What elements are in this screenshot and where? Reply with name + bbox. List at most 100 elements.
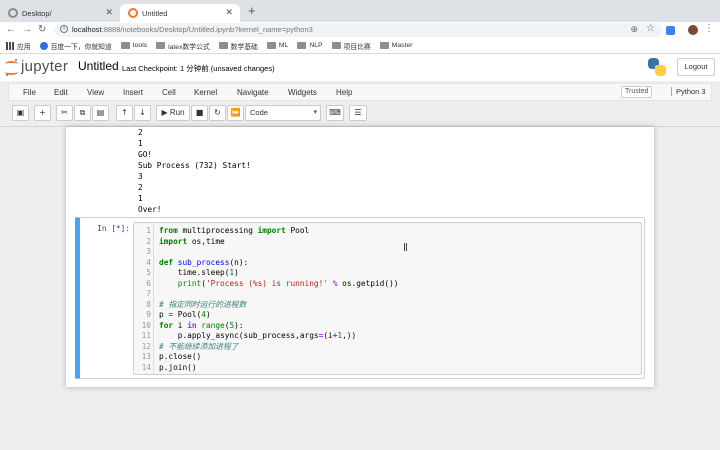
folder-icon <box>331 42 341 49</box>
profile-avatar[interactable] <box>688 25 698 35</box>
cut-button[interactable]: ✂ <box>56 105 73 121</box>
bookmark-ml[interactable]: ML <box>266 42 288 49</box>
jupyter-logo-icon[interactable] <box>5 59 18 77</box>
jupyter-wordmark[interactable]: jupyter <box>21 58 68 75</box>
move-up-button[interactable]: ↑ <box>116 105 133 121</box>
new-tab-button[interactable]: + <box>248 4 256 18</box>
browser-tab-untitled[interactable]: Untitled ✕ <box>120 4 240 22</box>
back-icon[interactable]: ← <box>6 24 16 36</box>
restart-run-all-button[interactable]: ⏩ <box>227 105 244 121</box>
input-prompt: In [*]: <box>97 224 130 233</box>
code-line: 2 import os,time <box>134 237 224 248</box>
bookmark-master[interactable]: Master <box>379 42 413 49</box>
paste-button[interactable]: ▤ <box>92 105 109 121</box>
restart-button[interactable]: ↻ <box>209 105 226 121</box>
copy-icon: ⧉ <box>79 108 86 117</box>
menu-help[interactable]: Help <box>336 88 352 97</box>
code-lines: 1 from multiprocessing import Pool 2 impor… <box>134 226 399 374</box>
notebook-name[interactable]: Untitled <box>78 59 119 73</box>
line-number: 5 <box>146 268 151 277</box>
save-button[interactable]: ▣ <box>12 105 29 121</box>
url-host: localhost <box>72 25 102 34</box>
url-path: :8888/notebooks/Desktop/Untitled.ipynb?k… <box>101 25 313 34</box>
code-editor[interactable]: 1 from multiprocessing import Pool 2 impor… <box>133 222 642 375</box>
notebook-area[interactable]: 2 1 GO! Sub Process (732) Start! 3 2 1 O… <box>0 126 720 450</box>
move-down-button[interactable]: ↓ <box>134 105 151 121</box>
bookmark-apps[interactable]: 应用 <box>6 41 31 51</box>
cell-toolbar-button[interactable]: ☰ <box>349 105 367 121</box>
bookmark-star-icon[interactable]: ☆ <box>646 23 655 34</box>
logo-moon <box>6 74 8 76</box>
forward-icon[interactable]: → <box>22 24 32 36</box>
line-number: 11 <box>141 331 151 340</box>
code-text: print('Process (%s) is running!' % os.ge… <box>177 278 399 288</box>
menu-file[interactable]: File <box>23 88 36 97</box>
menubar: File Edit View Insert Cell Kernel Naviga… <box>8 83 712 101</box>
code-text: import os,time <box>159 236 225 246</box>
line-number: 8 <box>146 299 151 309</box>
python-logo-yellow <box>655 65 666 76</box>
line-number: 4 <box>146 257 151 267</box>
extension-icon[interactable] <box>666 26 675 35</box>
menu-widgets[interactable]: Widgets <box>288 88 317 97</box>
notebook-toolbar: ▣ + ✂ ⧉ ▤ ↑ ↓ ▶ Run ■ ↻ ⏩ Code ▾ ⌨ ☰ <box>8 104 712 124</box>
code-line: 14 p.join() <box>134 362 197 374</box>
code-line: 5 time.sleep(1) <box>134 268 239 279</box>
bookmark-tools[interactable]: tools <box>120 42 148 49</box>
info-icon[interactable]: i <box>60 25 68 33</box>
bookmark-baidu[interactable]: 百度一下，你就知道 <box>39 41 112 51</box>
line-number: 13 <box>141 352 151 361</box>
code-line: 4 def sub_process(n): <box>134 257 248 269</box>
url-text[interactable]: localhost:8888/notebooks/Desktop/Untitle… <box>72 25 313 34</box>
trusted-badge[interactable]: Trusted <box>621 86 653 98</box>
browser-menu-icon[interactable]: ⋮ <box>704 23 714 34</box>
menu-navigate[interactable]: Navigate <box>237 88 269 97</box>
menu-kernel[interactable]: Kernel <box>194 88 217 97</box>
bookmark-latex[interactable]: latex数学公式 <box>156 41 210 51</box>
bookmark-nlp[interactable]: NLP <box>297 42 323 49</box>
code-text: p.close() <box>159 352 202 361</box>
code-line: 7 <box>134 289 151 300</box>
url-bar[interactable]: i localhost:8888/notebooks/Desktop/Untit… <box>54 23 662 37</box>
code-line: 8 # 指定同时运行的进程数 <box>134 299 246 311</box>
close-icon[interactable]: ✕ <box>225 7 233 18</box>
address-row: ← → ↻ i localhost:8888/notebooks/Desktop… <box>0 22 720 38</box>
logo-moon <box>15 59 17 61</box>
cell-type-select[interactable]: Code ▾ <box>245 105 321 121</box>
code-text: p = Pool(4) <box>159 310 211 319</box>
code-line: 12 # 不能继续添加进程了 <box>134 342 239 353</box>
menu-cell[interactable]: Cell <box>162 88 176 97</box>
folder-icon <box>266 42 276 49</box>
code-line: 1 from multiprocessing import Pool <box>134 226 309 237</box>
line-number: 6 <box>146 278 151 288</box>
code-text: for i in range(5): <box>159 320 244 330</box>
menu-view[interactable]: View <box>87 88 104 97</box>
cell-type-value: Code <box>250 108 268 117</box>
run-button[interactable]: ▶ Run <box>156 105 190 121</box>
folder-icon <box>120 42 130 49</box>
menu-insert[interactable]: Insert <box>123 88 143 97</box>
bookmark-math[interactable]: 数学基础 <box>218 41 258 51</box>
command-palette-button[interactable]: ⌨ <box>326 105 344 121</box>
code-text: # 不能继续添加进程了 <box>159 341 239 351</box>
copy-button[interactable]: ⧉ <box>74 105 91 121</box>
browser-tab-desktop[interactable]: Desktop/ ✕ <box>0 4 120 22</box>
reload-icon[interactable]: ↻ <box>38 24 46 36</box>
bookmark-label: tools <box>132 42 148 49</box>
insert-cell-button[interactable]: + <box>34 105 51 121</box>
code-cell[interactable]: In [*]: 1 from multiprocessing import Poo… <box>75 217 645 379</box>
zoom-icon[interactable]: ⊕ <box>630 24 638 35</box>
bookmark-projects[interactable]: 项目比赛 <box>331 41 371 51</box>
notebook-container: 2 1 GO! Sub Process (732) Start! 3 2 1 O… <box>66 127 654 387</box>
line-number: 14 <box>141 362 151 372</box>
run-label: Run <box>169 108 185 117</box>
checkpoint-status: Last Checkpoint: 1 分钟前 (unsaved changes) <box>122 64 275 73</box>
bookmark-label: 应用 <box>17 43 31 51</box>
kernel-name[interactable]: Python 3 <box>671 87 706 96</box>
close-icon[interactable]: ✕ <box>105 7 113 18</box>
plus-icon: + <box>39 108 46 117</box>
line-number: 7 <box>146 289 151 298</box>
logout-button[interactable]: Logout <box>677 58 715 76</box>
interrupt-button[interactable]: ■ <box>191 105 208 121</box>
menu-edit[interactable]: Edit <box>54 88 68 97</box>
